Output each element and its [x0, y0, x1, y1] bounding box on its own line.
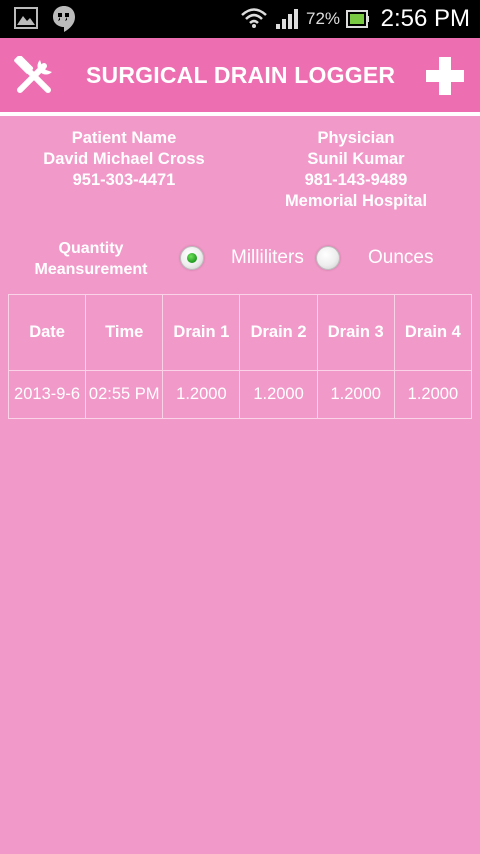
- table-row[interactable]: 2013-9-6 02:55 PM 1.2000 1.2000 1.2000 1…: [7, 370, 473, 419]
- header-time: Time: [85, 294, 164, 371]
- clock: 2:56 PM: [380, 5, 470, 32]
- drain-log-table: Date Time Drain 1 Drain 2 Drain 3 Drain …: [7, 294, 473, 419]
- cell-time: 02:55 PM: [85, 370, 164, 419]
- cell-drain-2: 1.2000: [239, 370, 318, 419]
- ounces-radio[interactable]: [316, 246, 340, 270]
- header-drain-2: Drain 2: [239, 294, 318, 371]
- quantity-measurement-label: Quantity Meansurement: [18, 238, 164, 280]
- patient-heading: Patient Name: [71, 129, 177, 147]
- patient-name: David Michael Cross: [43, 150, 205, 168]
- battery-percent: 72%: [306, 9, 341, 28]
- header-date: Date: [7, 294, 87, 371]
- tools-icon[interactable]: [12, 54, 56, 96]
- quantity-label-line2: Meansurement: [34, 261, 148, 278]
- physician-info: Physician Sunil Kumar 981-143-9489 Memor…: [246, 128, 466, 212]
- signal-icon: [275, 8, 299, 35]
- status-bar: 72% 2:56 PM: [0, 0, 480, 38]
- patient-info: Patient Name David Michael Cross 951-303…: [14, 128, 234, 191]
- cell-drain-3: 1.2000: [316, 370, 395, 419]
- cell-drain-4: 1.2000: [393, 370, 473, 419]
- physician-hospital: Memorial Hospital: [284, 192, 428, 210]
- cell-drain-1: 1.2000: [162, 370, 241, 419]
- header-drain-3: Drain 3: [316, 294, 395, 371]
- cell-date: 2013-9-6: [7, 370, 87, 419]
- milliliters-label[interactable]: Milliliters: [231, 247, 304, 269]
- physician-heading: Physician: [317, 129, 395, 147]
- quantity-label-line1: Quantity: [58, 240, 124, 257]
- action-bar-divider: [0, 112, 480, 116]
- add-icon[interactable]: [424, 55, 466, 97]
- battery-icon: [346, 8, 370, 35]
- physician-phone: 981-143-9489: [304, 171, 408, 189]
- header-drain-1: Drain 1: [162, 294, 241, 371]
- hangouts-icon: [52, 5, 76, 38]
- patient-phone: 951-303-4471: [72, 171, 176, 189]
- app-title: SURGICAL DRAIN LOGGER: [86, 62, 396, 88]
- action-bar: SURGICAL DRAIN LOGGER: [0, 38, 480, 112]
- physician-name: Sunil Kumar: [307, 150, 405, 168]
- gallery-icon: [14, 7, 38, 34]
- table-header-row: Date Time Drain 1 Drain 2 Drain 3 Drain …: [7, 294, 473, 371]
- wifi-icon: [240, 6, 268, 35]
- ounces-label[interactable]: Ounces: [368, 247, 433, 269]
- header-drain-4: Drain 4: [393, 294, 473, 371]
- milliliters-radio[interactable]: [180, 246, 204, 270]
